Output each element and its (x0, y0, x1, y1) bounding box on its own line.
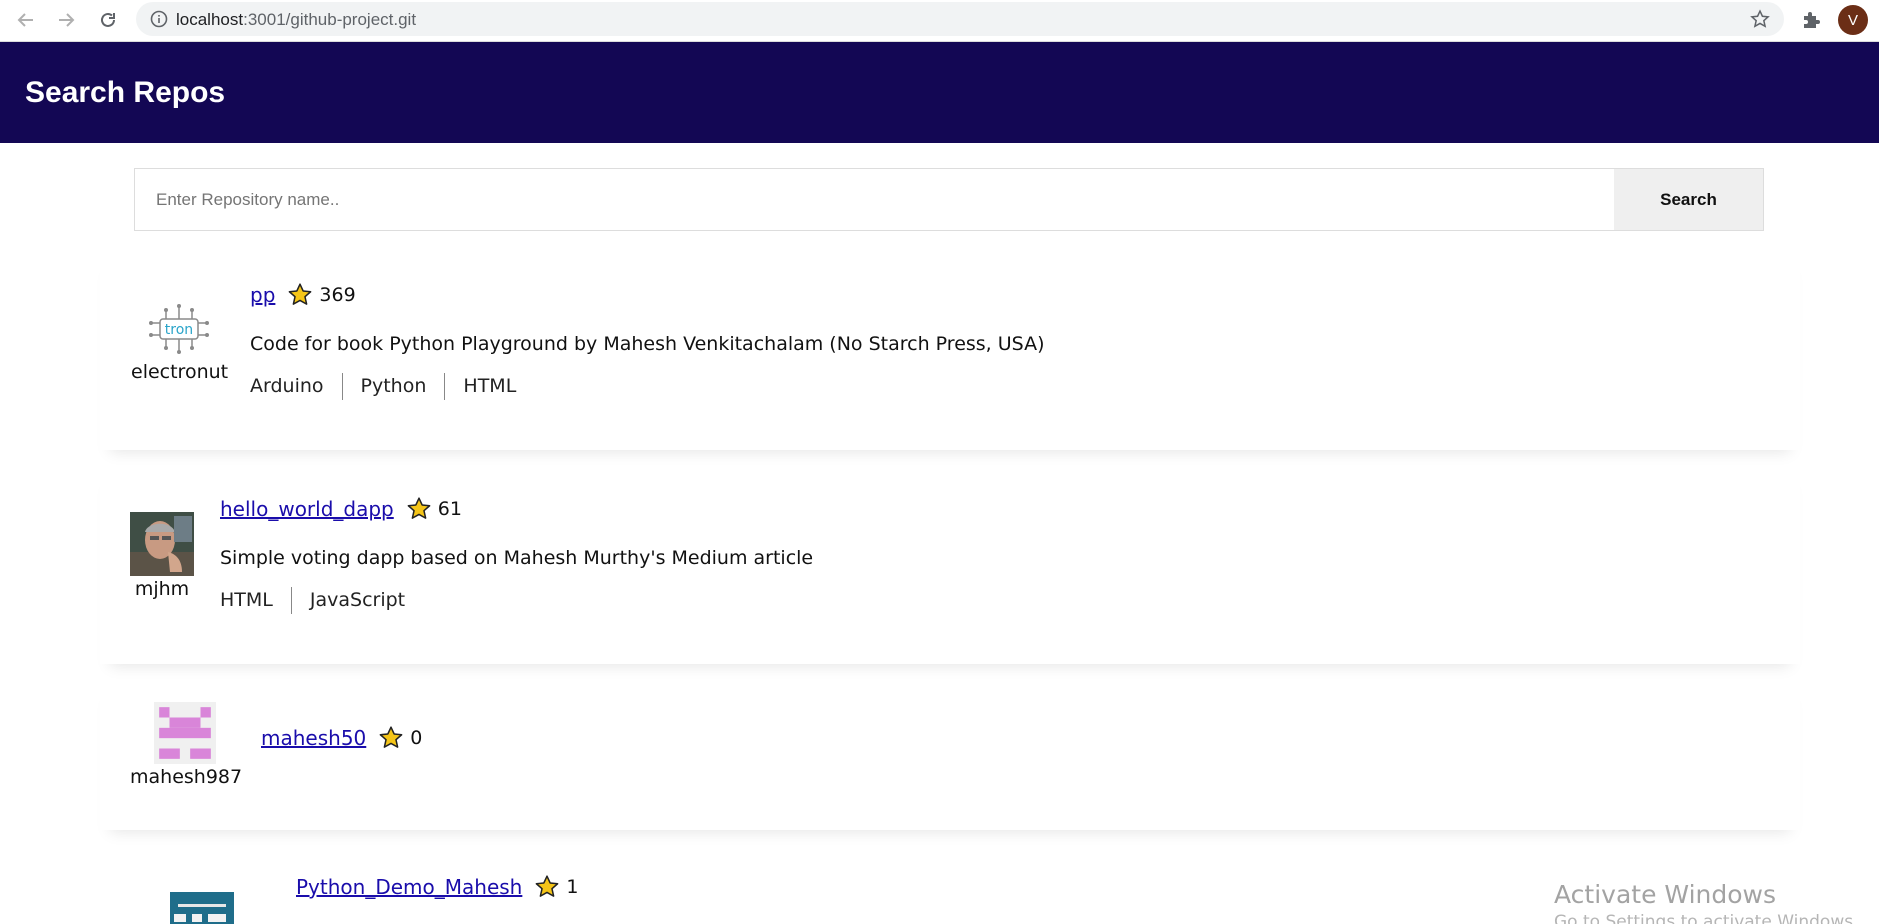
repo-title-line: hello_world_dapp 61 (220, 494, 813, 524)
owner-block: mahesh987 (130, 702, 243, 788)
repo-card: tron electronut pp 369 Code for book Pyt… (100, 252, 1800, 450)
owner-avatar[interactable]: tron (146, 299, 212, 359)
repo-card: mjhm hello_world_dapp 61 Simple voting d… (100, 466, 1800, 664)
search-button[interactable]: Search (1614, 169, 1763, 230)
owner-avatar[interactable] (154, 702, 216, 764)
windows-activation-subtitle: Go to Settings to activate Windows. (1554, 912, 1859, 924)
owner-name: electronut (131, 361, 229, 383)
star-outline-icon[interactable] (1750, 9, 1770, 29)
forward-button[interactable] (52, 6, 80, 34)
owner-avatar[interactable] (170, 892, 234, 924)
reload-icon (101, 12, 115, 27)
owner-name: mjhm (134, 578, 190, 600)
owner-block (170, 892, 234, 924)
browser-toolbar: localhost:3001/github-project.git V (0, 0, 1879, 42)
language-tag: Arduino (250, 375, 324, 397)
url-host: localhost (176, 10, 244, 29)
language-tag: HTML (444, 373, 534, 400)
star-count: 0 (410, 727, 423, 749)
language-tag: Python (341, 373, 445, 400)
arrow-left-icon (17, 13, 33, 27)
repo-card: mahesh987 mahesh50 0 (100, 680, 1800, 830)
repo-title-line: Python_Demo_Mahesh 1 (296, 872, 578, 902)
url-text: localhost:3001/github-project.git (176, 10, 416, 30)
reload-button[interactable] (94, 6, 122, 34)
language-list: Arduino Python HTML (250, 373, 1044, 400)
star-icon (289, 283, 312, 305)
repo-link[interactable]: Python_Demo_Mahesh (296, 875, 522, 899)
repo-link[interactable]: pp (250, 283, 275, 307)
puzzle-icon[interactable] (1800, 8, 1824, 32)
owner-avatar[interactable] (130, 512, 194, 576)
star-count: 1 (566, 876, 579, 898)
owner-block: mjhm (130, 512, 194, 600)
owner-name: mahesh987 (130, 766, 243, 788)
profile-avatar[interactable]: V (1838, 5, 1868, 35)
page-title: Search Repos (25, 76, 226, 109)
info-icon[interactable] (150, 10, 168, 28)
repo-info: hello_world_dapp 61 Simple voting dapp b… (220, 494, 813, 614)
repo-description: Simple voting dapp based on Mahesh Murth… (220, 547, 814, 569)
arrow-right-icon (59, 13, 75, 27)
star-icon (535, 875, 559, 897)
owner-block: tron electronut (131, 299, 229, 383)
star-count: 61 (437, 498, 462, 520)
search-input[interactable] (135, 169, 1614, 230)
windows-activation-title: Activate Windows (1554, 880, 1776, 909)
repo-link[interactable]: mahesh50 (261, 726, 366, 750)
language-list: HTML JavaScript (220, 587, 813, 614)
repo-info: Python_Demo_Mahesh 1 (296, 872, 578, 902)
star-icon (407, 497, 431, 519)
back-button[interactable] (12, 6, 40, 34)
repo-title-line: pp 369 (250, 280, 1044, 310)
repo-info: pp 369 Code for book Python Playground b… (250, 280, 1044, 400)
repo-description: Code for book Python Playground by Mahes… (250, 333, 1045, 355)
repo-card: Python_Demo_Mahesh 1 (100, 848, 1800, 924)
language-tag: HTML (220, 589, 273, 611)
address-bar[interactable]: localhost:3001/github-project.git (136, 2, 1784, 36)
language-tag: JavaScript (290, 587, 423, 614)
repo-info: mahesh50 0 (261, 723, 422, 753)
repo-link[interactable]: hello_world_dapp (220, 497, 394, 521)
search-bar: Search (134, 168, 1764, 231)
star-icon (379, 726, 403, 748)
app-header: Search Repos (0, 42, 1879, 143)
repo-title-line: mahesh50 0 (261, 723, 422, 753)
svg-text:tron: tron (165, 322, 193, 338)
star-count: 369 (319, 284, 356, 306)
url-path: :3001/github-project.git (243, 10, 417, 29)
